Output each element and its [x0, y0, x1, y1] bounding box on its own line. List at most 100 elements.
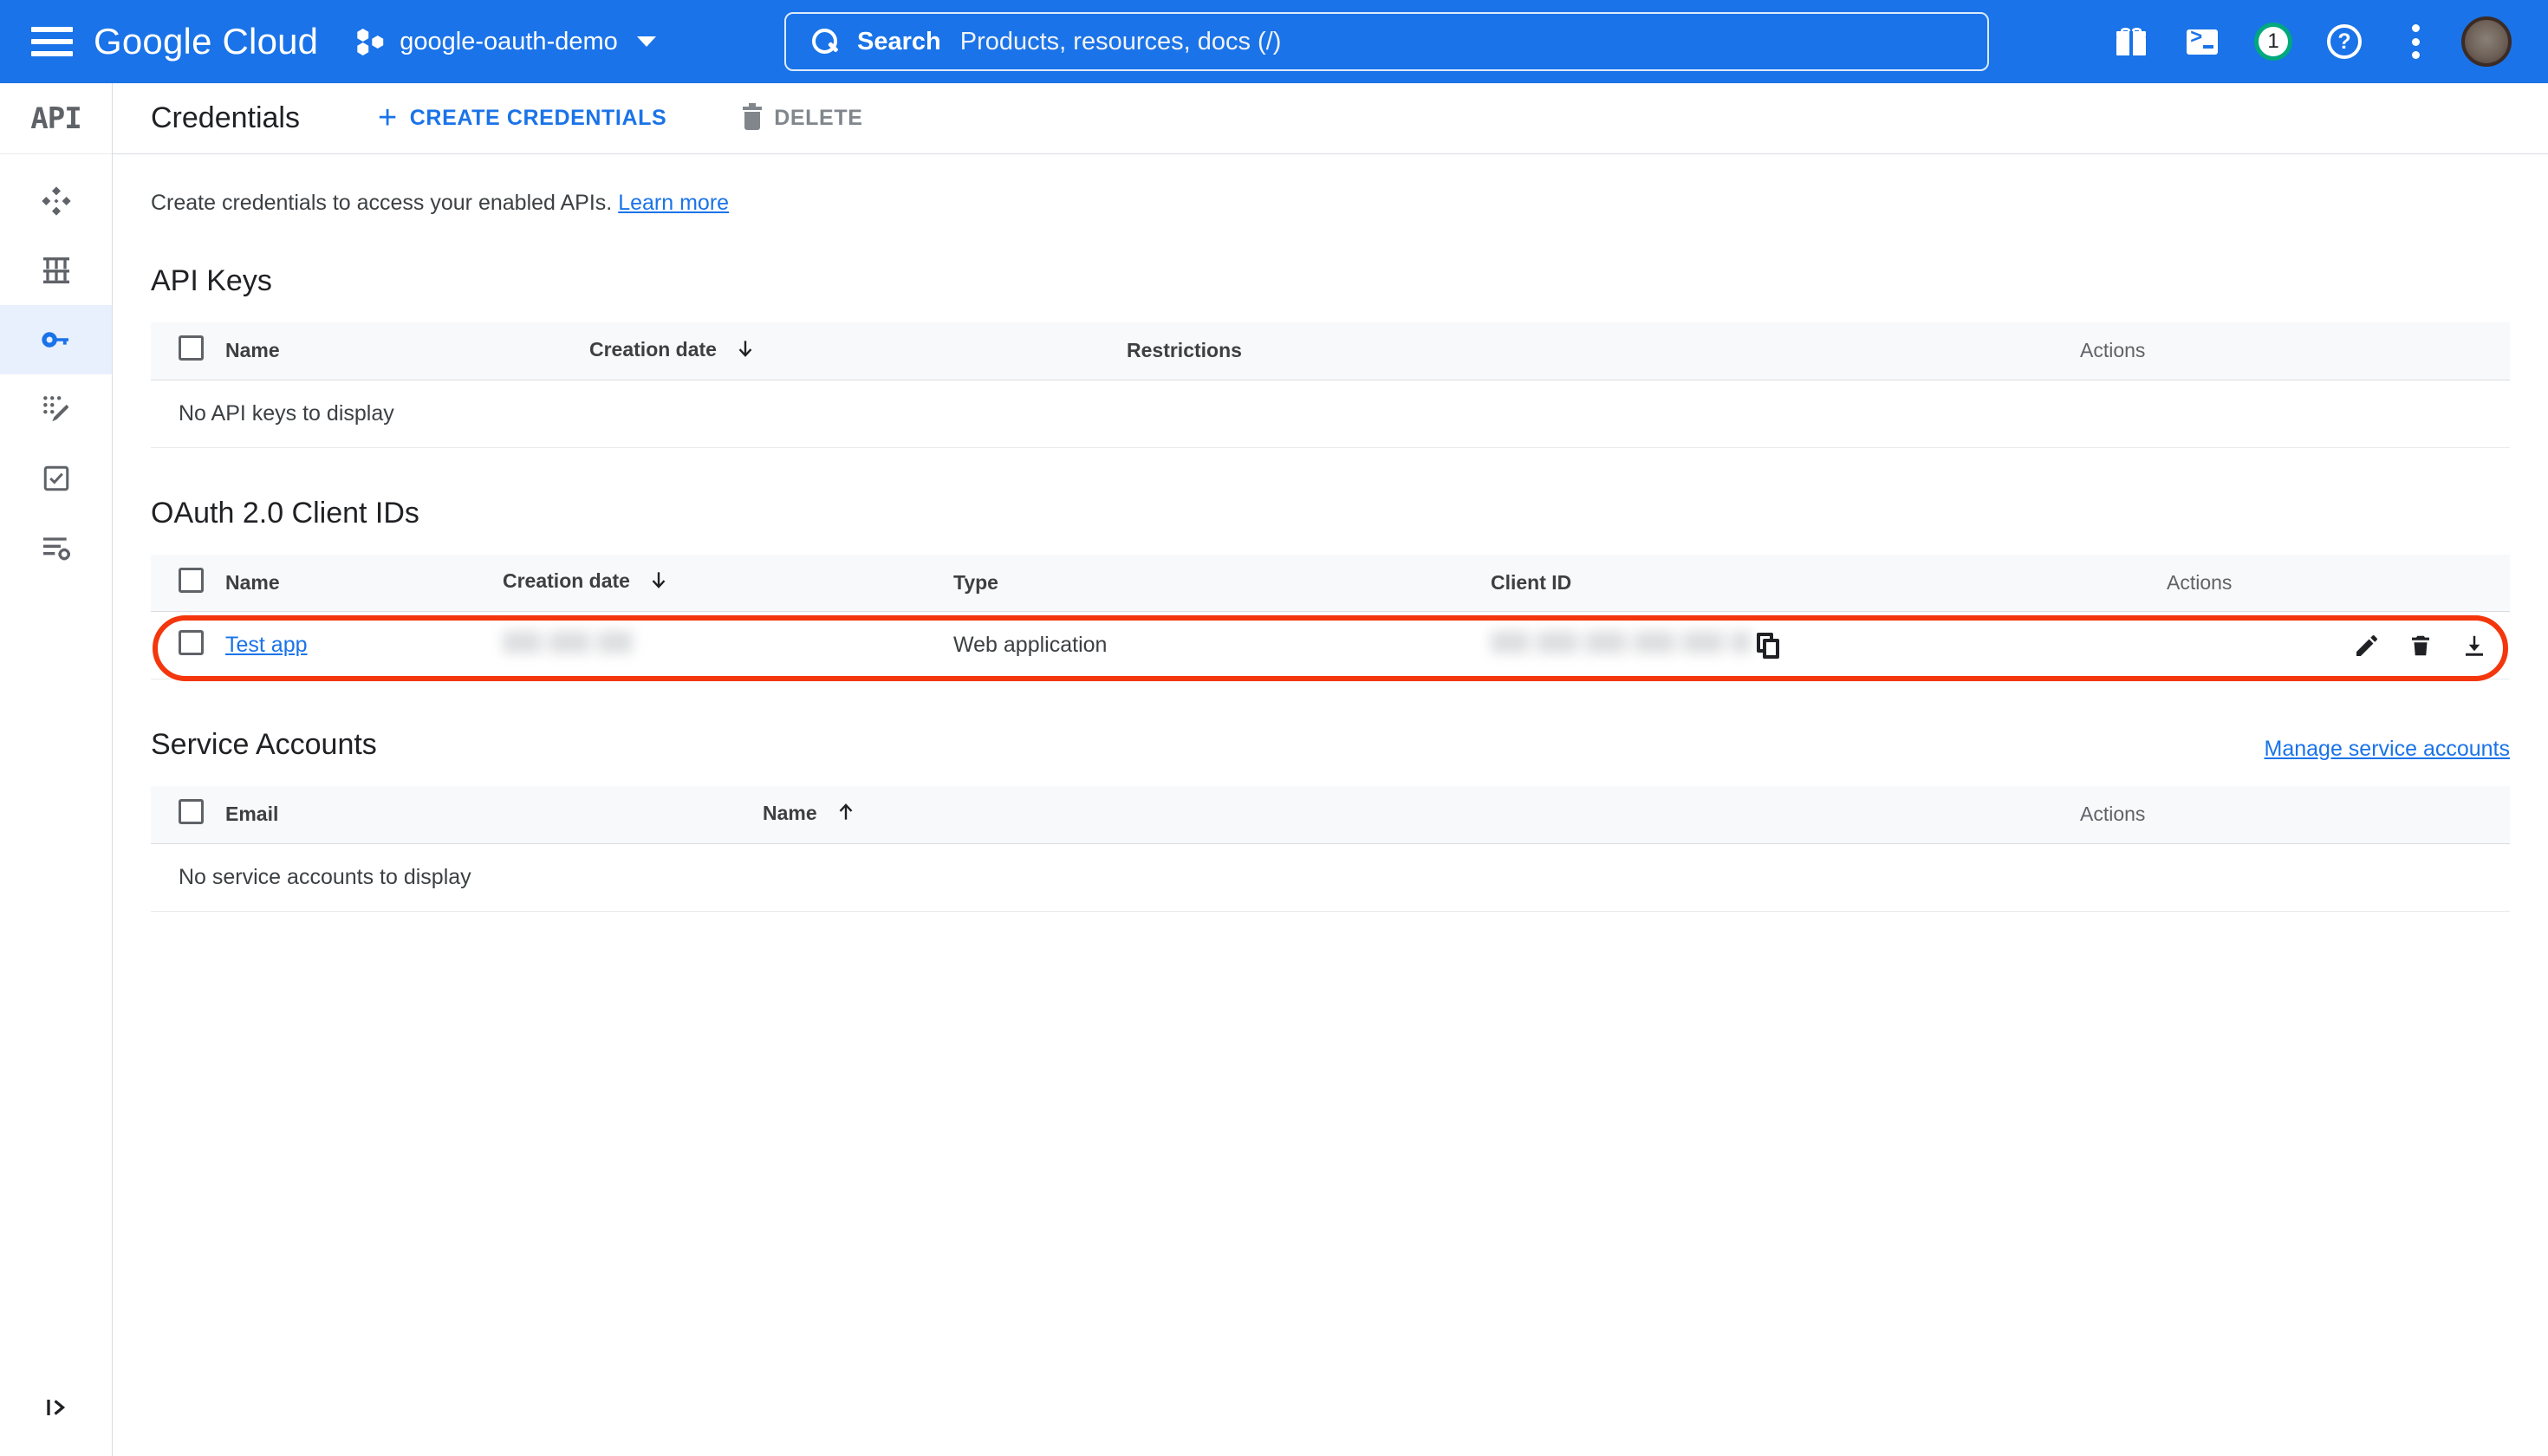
- oauth-clients-col-client-id[interactable]: Client ID: [1491, 555, 2167, 612]
- edit-icon[interactable]: [2352, 631, 2382, 660]
- top-app-bar: Google Cloud google-oauth-demo Search Pr…: [0, 0, 2548, 83]
- sort-arrow-down-icon: [647, 569, 670, 596]
- library-pillars-icon: [39, 253, 74, 288]
- oauth-client-id-cell: [1491, 612, 2167, 679]
- trash-icon: [743, 107, 762, 130]
- service-accounts-header-row: Email Name Actions: [151, 786, 2510, 843]
- service-accounts-title: Service Accounts: [151, 728, 377, 762]
- service-accounts-table: Email Name Actions No service accounts t…: [151, 786, 2510, 912]
- service-accounts-col-email[interactable]: Email: [225, 786, 763, 843]
- delete-icon[interactable]: [2406, 631, 2435, 660]
- sidebar-item-oauth-consent-screen[interactable]: [0, 374, 112, 444]
- service-accounts-col-actions: Actions: [2080, 786, 2510, 843]
- oauth-client-creation-date-cell: [503, 612, 953, 679]
- plus-icon: +: [378, 108, 398, 128]
- api-keys-table: Name Creation date Restrictions Actions: [151, 322, 2510, 448]
- sidebar-item-credentials[interactable]: [0, 305, 112, 374]
- hamburger-menu-icon[interactable]: [31, 27, 73, 56]
- google-cloud-logo[interactable]: Google Cloud: [94, 21, 318, 62]
- service-accounts-empty-row: No service accounts to display: [151, 843, 2510, 911]
- api-keys-select-all-header: [151, 322, 225, 380]
- page-title: Credentials: [151, 101, 300, 135]
- notification-badge: 1: [2254, 23, 2292, 61]
- api-keys-title: API Keys: [151, 264, 2510, 298]
- sort-arrow-down-icon: [734, 337, 757, 365]
- oauth-client-row-checkbox-cell: [151, 612, 225, 679]
- search-placeholder: Products, resources, docs (/): [960, 28, 1282, 56]
- credentials-blurb: Create credentials to access your enable…: [151, 191, 2510, 216]
- magic-wand-icon: [40, 393, 73, 426]
- download-icon[interactable]: [2460, 631, 2489, 660]
- redacted-creation-date: [503, 631, 633, 653]
- service-accounts-empty-text: No service accounts to display: [151, 843, 2510, 911]
- api-keys-empty-row: No API keys to display: [151, 380, 2510, 447]
- search-icon: [812, 29, 838, 55]
- project-selector[interactable]: google-oauth-demo: [356, 27, 656, 56]
- api-keys-col-creation-date[interactable]: Creation date: [589, 322, 1127, 380]
- oauth-clients-header-row: Name Creation date Type Client ID Action…: [151, 555, 2510, 612]
- api-keys-col-name[interactable]: Name: [225, 322, 589, 380]
- api-keys-empty-text: No API keys to display: [151, 380, 2510, 447]
- oauth-clients-col-actions: Actions: [2167, 555, 2510, 612]
- search-input[interactable]: Search Products, resources, docs (/): [784, 12, 1989, 71]
- project-name: google-oauth-demo: [400, 28, 618, 56]
- sidebar-item-dashboard[interactable]: [0, 166, 112, 236]
- service-accounts-col-name[interactable]: Name: [763, 786, 2080, 843]
- expand-panel-icon[interactable]: [0, 1381, 113, 1433]
- chevron-down-icon: [637, 36, 656, 47]
- api-keys-col-restrictions[interactable]: Restrictions: [1127, 322, 2080, 380]
- oauth-clients-select-all-header: [151, 555, 225, 612]
- oauth-client-name-cell: Test app: [225, 612, 503, 679]
- api-keys-col-creation-date-label: Creation date: [589, 338, 717, 361]
- list-settings-icon: [39, 530, 74, 565]
- sidebar-item-page-usage-agreements[interactable]: [0, 513, 112, 582]
- notifications-icon[interactable]: 1: [2238, 6, 2309, 77]
- oauth-client-actions-cell: [2167, 612, 2510, 679]
- copy-icon[interactable]: [1757, 633, 1779, 659]
- more-vert-icon[interactable]: [2380, 6, 2451, 77]
- redacted-client-id: [1491, 631, 1751, 653]
- oauth-clients-col-type[interactable]: Type: [953, 555, 1491, 612]
- page-header: Credentials + CREATE CREDENTIALS DELETE: [113, 83, 2548, 154]
- search-label: Search: [857, 28, 941, 56]
- oauth-clients-table: Name Creation date Type Client ID Action…: [151, 555, 2510, 680]
- help-glyph: ?: [2327, 24, 2362, 59]
- key-icon: [38, 322, 75, 358]
- learn-more-link[interactable]: Learn more: [618, 191, 729, 215]
- blurb-text: Create credentials to access your enable…: [151, 191, 612, 215]
- cloud-shell-icon[interactable]: [2167, 6, 2238, 77]
- project-hexagons-icon: [356, 27, 386, 56]
- delete-label: DELETE: [774, 106, 862, 131]
- oauth-clients-col-name[interactable]: Name: [225, 555, 503, 612]
- oauth-client-name-link[interactable]: Test app: [225, 633, 308, 657]
- service-accounts-header: Service Accounts Manage service accounts: [151, 728, 2510, 762]
- sidebar-item-library[interactable]: [0, 236, 112, 305]
- left-nav-rail: API: [0, 83, 113, 1456]
- table-row[interactable]: Test app Web application: [151, 612, 2510, 679]
- avatar[interactable]: [2451, 6, 2522, 77]
- dashboard-diamond-icon: [39, 184, 74, 218]
- service-accounts-select-all-header: [151, 786, 225, 843]
- oauth-clients-title: OAuth 2.0 Client IDs: [151, 497, 2510, 530]
- sort-arrow-up-icon: [835, 801, 857, 829]
- select-all-checkbox[interactable]: [179, 799, 204, 824]
- manage-service-accounts-link[interactable]: Manage service accounts: [2265, 737, 2510, 762]
- select-all-checkbox[interactable]: [179, 568, 204, 593]
- create-credentials-label: CREATE CREDENTIALS: [410, 106, 666, 131]
- api-logo: API: [0, 83, 112, 154]
- row-checkbox[interactable]: [179, 630, 204, 655]
- service-accounts-col-name-label: Name: [763, 802, 817, 824]
- oauth-client-type-cell: Web application: [953, 612, 1491, 679]
- delete-button[interactable]: DELETE: [743, 106, 862, 131]
- oauth-clients-col-creation-date-label: Creation date: [503, 569, 630, 592]
- create-credentials-button[interactable]: + CREATE CREDENTIALS: [378, 106, 666, 131]
- credentials-body: Create credentials to access your enable…: [113, 191, 2548, 912]
- api-keys-col-actions: Actions: [2080, 322, 2510, 380]
- main-content: Credentials + CREATE CREDENTIALS DELETE …: [113, 83, 2548, 1456]
- select-all-checkbox[interactable]: [179, 335, 204, 361]
- gift-icon[interactable]: [2096, 6, 2167, 77]
- sidebar-item-domain-verification[interactable]: [0, 444, 112, 513]
- oauth-clients-col-creation-date[interactable]: Creation date: [503, 555, 953, 612]
- top-bar-icons: 1 ?: [2096, 0, 2522, 83]
- help-icon[interactable]: ?: [2309, 6, 2380, 77]
